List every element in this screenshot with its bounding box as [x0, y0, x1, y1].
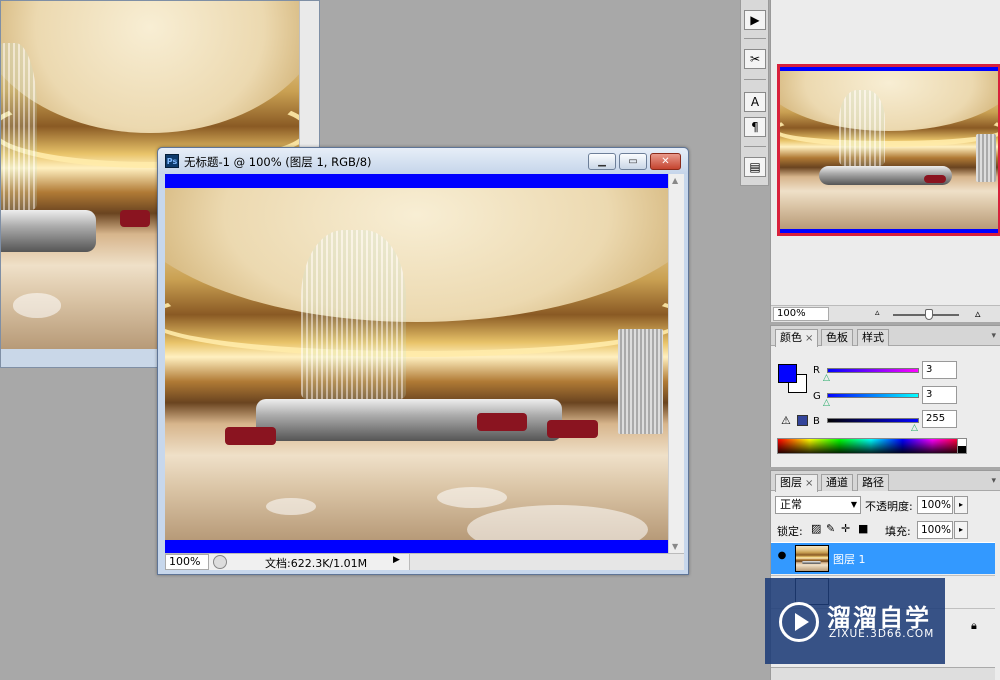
panel-menu-icon[interactable]: ▾ [991, 476, 996, 486]
layer-comps-icon[interactable]: ▤ [744, 157, 766, 177]
canvas-image [165, 188, 668, 540]
layer-name: 图层 1 [833, 553, 866, 566]
navigator-zoom-field[interactable]: 100% [773, 307, 829, 321]
channel-label-r: R [813, 365, 820, 376]
fill-field[interactable]: 100% [917, 521, 953, 539]
gamut-warning-icon[interactable]: ⚠ [781, 414, 791, 427]
channel-slider-r[interactable] [827, 368, 919, 373]
lock-all-icon[interactable]: ■ [858, 522, 868, 535]
document-vertical-scrollbar[interactable]: ▲ ▼ [668, 174, 684, 553]
document-size-info: 文档:622.3K/1.01M [265, 557, 368, 570]
tab-styles[interactable]: 样式 [857, 329, 889, 346]
opacity-field[interactable]: 100% [917, 496, 953, 514]
eye-icon[interactable]: ● [775, 550, 789, 564]
paragraph-icon[interactable]: ¶ [744, 117, 766, 137]
slider-triangle-icon[interactable]: △ [823, 398, 830, 408]
navigator-panel: 100% ▵ ▵ [770, 0, 1000, 322]
tab-color[interactable]: 颜色 × [775, 329, 819, 347]
watermark-logo: 溜溜自学 ZIXUE.3D66.COM [765, 578, 945, 664]
opacity-arrow-icon[interactable]: ▸ [954, 496, 968, 514]
lock-pixels-icon[interactable]: ✎ [826, 522, 835, 535]
layer-thumbnail [795, 545, 829, 572]
document-canvas[interactable] [165, 174, 668, 553]
lock-transparency-icon[interactable]: ▨ [811, 522, 821, 535]
status-info-icon[interactable] [213, 555, 227, 569]
zoom-slider-thumb[interactable] [925, 309, 933, 320]
layers-panel-tabs: 图层 × 通道 路径 ▾ [771, 471, 1000, 492]
channel-input-r[interactable]: 3 [922, 361, 957, 379]
watermark-site: ZIXUE.3D66.COM [829, 628, 935, 640]
layer-row[interactable]: ● 图层 1 [771, 542, 995, 574]
channel-slider-b[interactable] [827, 418, 919, 423]
channel-input-b[interactable]: 255 [922, 410, 957, 428]
navigator-controls: 100% ▵ ▵ [771, 305, 1000, 322]
color-spectrum-bar[interactable] [777, 438, 965, 454]
tab-channels[interactable]: 通道 [821, 474, 853, 491]
tab-paths[interactable]: 路径 [857, 474, 889, 491]
channel-input-g[interactable]: 3 [922, 386, 957, 404]
close-button[interactable]: ✕ [650, 153, 681, 170]
color-panel: 颜色 × 色板 样式 ▾ R △ 3 G △ 3 ⚠ B △ 255 [770, 325, 1000, 467]
navigator-thumbnail [780, 71, 998, 229]
status-menu-arrow-icon[interactable]: ▶ [393, 555, 405, 569]
foreground-color-swatch[interactable] [778, 364, 797, 383]
tab-close-icon[interactable]: × [805, 478, 813, 489]
navigator-view-box[interactable] [777, 64, 1000, 236]
maximize-icon: ▭ [628, 156, 638, 167]
zoom-in-icon[interactable]: ▵ [975, 307, 981, 320]
maximize-button[interactable]: ▭ [619, 153, 647, 170]
channel-label-b: B [813, 416, 820, 427]
slider-triangle-icon[interactable]: △ [911, 423, 918, 433]
document-titlebar[interactable]: Ps 无标题-1 @ 100% (图层 1, RGB/8) ▁ ▭ ✕ [158, 148, 688, 174]
play-logo-icon [779, 602, 819, 642]
panel-menu-icon[interactable]: ▾ [991, 331, 996, 341]
tab-swatches[interactable]: 色板 [821, 329, 853, 346]
minimize-button[interactable]: ▁ [588, 153, 616, 170]
color-panel-tabs: 颜色 × 色板 样式 ▾ [771, 326, 1000, 347]
lock-label: 锁定: [777, 525, 803, 538]
document-horizontal-scrollbar[interactable] [409, 554, 684, 570]
blend-mode-select[interactable]: 正常 ▼ [775, 496, 861, 514]
tab-layers[interactable]: 图层 × [775, 474, 819, 492]
play-icon[interactable]: ▶ [744, 10, 766, 30]
opacity-label: 不透明度: [865, 500, 913, 513]
document-title: 无标题-1 @ 100% (图层 1, RGB/8) [184, 155, 372, 169]
fill-arrow-icon[interactable]: ▸ [954, 521, 968, 539]
channel-label-g: G [813, 391, 821, 402]
scroll-down-icon[interactable]: ▼ [672, 542, 678, 551]
photoshop-icon: Ps [165, 154, 179, 168]
document-zoom-field[interactable]: 100% [165, 554, 209, 570]
lock-icon: 🔒︎ [971, 619, 977, 632]
channel-slider-g[interactable] [827, 393, 919, 398]
gamut-color-swatch[interactable] [797, 415, 808, 426]
zoom-out-icon[interactable]: ▵ [875, 308, 880, 318]
slider-triangle-icon[interactable]: △ [823, 373, 830, 383]
minimize-icon: ▁ [598, 156, 606, 167]
document-statusbar: 100% 文档:622.3K/1.01M ▶ [165, 553, 684, 570]
document-window[interactable]: Ps 无标题-1 @ 100% (图层 1, RGB/8) ▁ ▭ ✕ ▲ ▼ … [157, 147, 689, 575]
character-icon[interactable]: A [744, 92, 766, 112]
tools-icon[interactable]: ✂ [744, 49, 766, 69]
black-white-swatch[interactable] [957, 438, 967, 454]
close-icon: ✕ [661, 156, 670, 167]
layers-panel-toolbar [771, 667, 995, 680]
tab-close-icon[interactable]: × [805, 333, 813, 344]
panel-icon-strip: ▶ ✂ A ¶ ▤ [740, 0, 769, 186]
fill-label: 填充: [885, 525, 911, 538]
scroll-up-icon[interactable]: ▲ [672, 176, 678, 185]
chevron-down-icon: ▼ [850, 500, 857, 509]
lock-position-icon[interactable]: ✛ [841, 522, 850, 535]
